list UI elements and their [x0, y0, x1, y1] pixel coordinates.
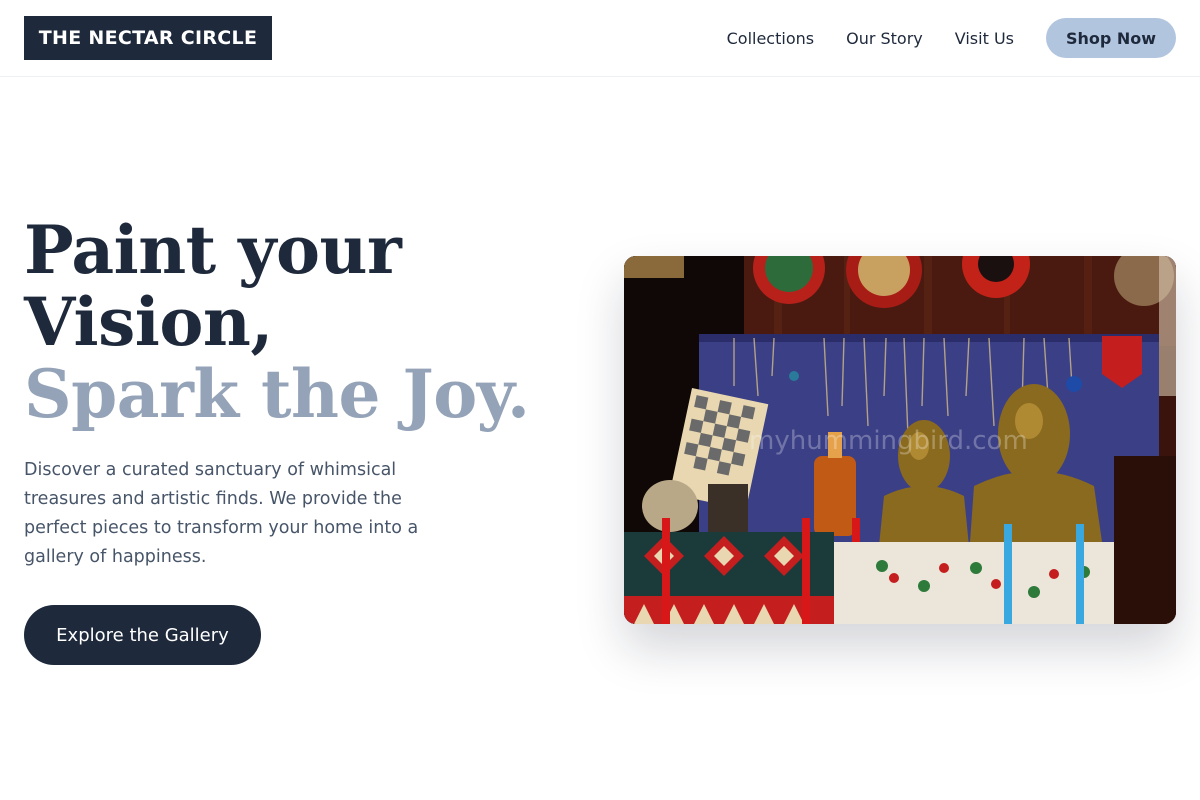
hero-image: myhummingbird.com [624, 256, 1176, 624]
headline-line-2: Vision, [24, 283, 273, 361]
explore-gallery-button[interactable]: Explore the Gallery [24, 605, 261, 665]
hero-copy: Paint your Vision, Spark the Joy. Discov… [24, 214, 544, 572]
brand-logo[interactable]: THE NECTAR CIRCLE [24, 16, 272, 60]
main-nav: Collections Our Story Visit Us Shop Now [727, 18, 1176, 58]
nav-link-our-story[interactable]: Our Story [846, 29, 923, 48]
hero-headline: Paint your Vision, Spark the Joy. [24, 214, 544, 430]
site-header: THE NECTAR CIRCLE Collections Our Story … [0, 0, 1200, 77]
shop-now-button[interactable]: Shop Now [1046, 18, 1176, 58]
nav-link-visit-us[interactable]: Visit Us [955, 29, 1014, 48]
headline-line-1: Paint your [24, 211, 402, 289]
hero-description: Discover a curated sanctuary of whimsica… [24, 460, 419, 567]
headline-accent: Spark the Joy. [24, 355, 530, 433]
nav-link-collections[interactable]: Collections [727, 29, 814, 48]
image-watermark: myhummingbird.com [749, 426, 1028, 456]
